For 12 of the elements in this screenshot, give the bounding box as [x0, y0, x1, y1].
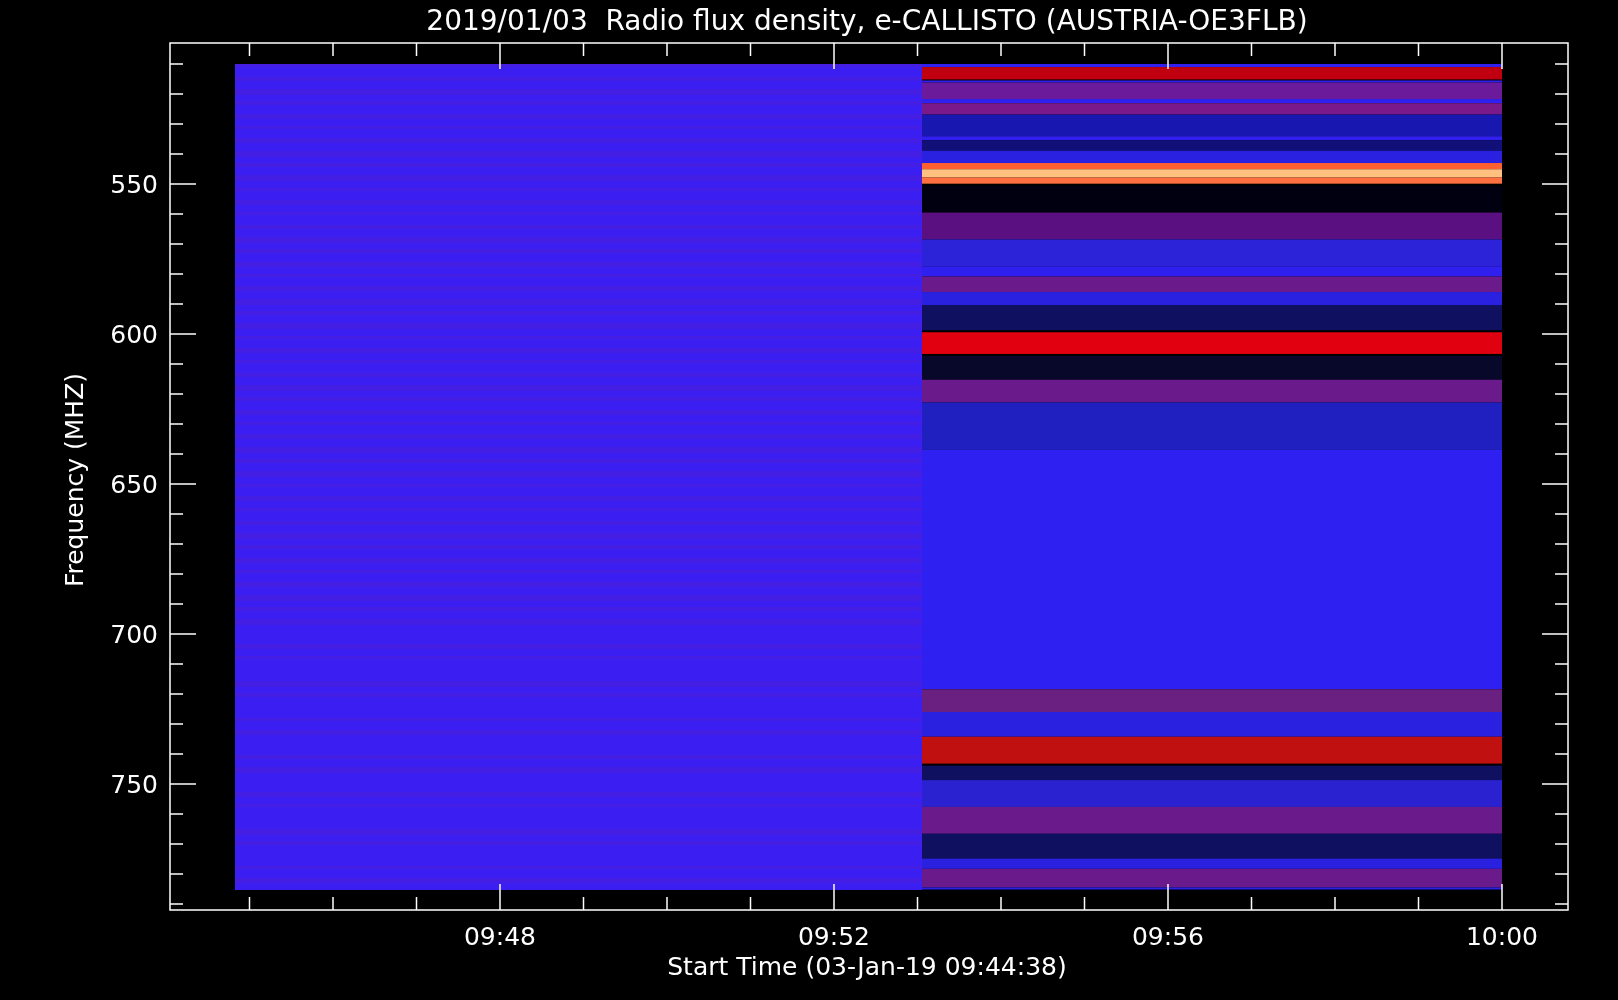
x-axis-label: Start Time (03-Jan-19 09:44:38)	[667, 952, 1067, 981]
x-tick-label: 10:00	[1466, 922, 1538, 951]
x-tick-label: 09:56	[1132, 922, 1204, 951]
y-tick-label: 600	[110, 320, 158, 349]
y-tick-label: 750	[110, 770, 158, 799]
y-tick-label: 700	[110, 620, 158, 649]
x-tick-label: 09:48	[464, 922, 536, 951]
y-tick-label: 550	[110, 170, 158, 199]
y-tick-label: 650	[110, 470, 158, 499]
y-axis-label: Frequency (MHZ)	[60, 372, 89, 588]
chart-title: 2019/01/03 Radio flux density, e-CALLISTO (AUSTRIA-OE3FLB)	[426, 4, 1308, 37]
x-tick-label: 09:52	[798, 922, 870, 951]
